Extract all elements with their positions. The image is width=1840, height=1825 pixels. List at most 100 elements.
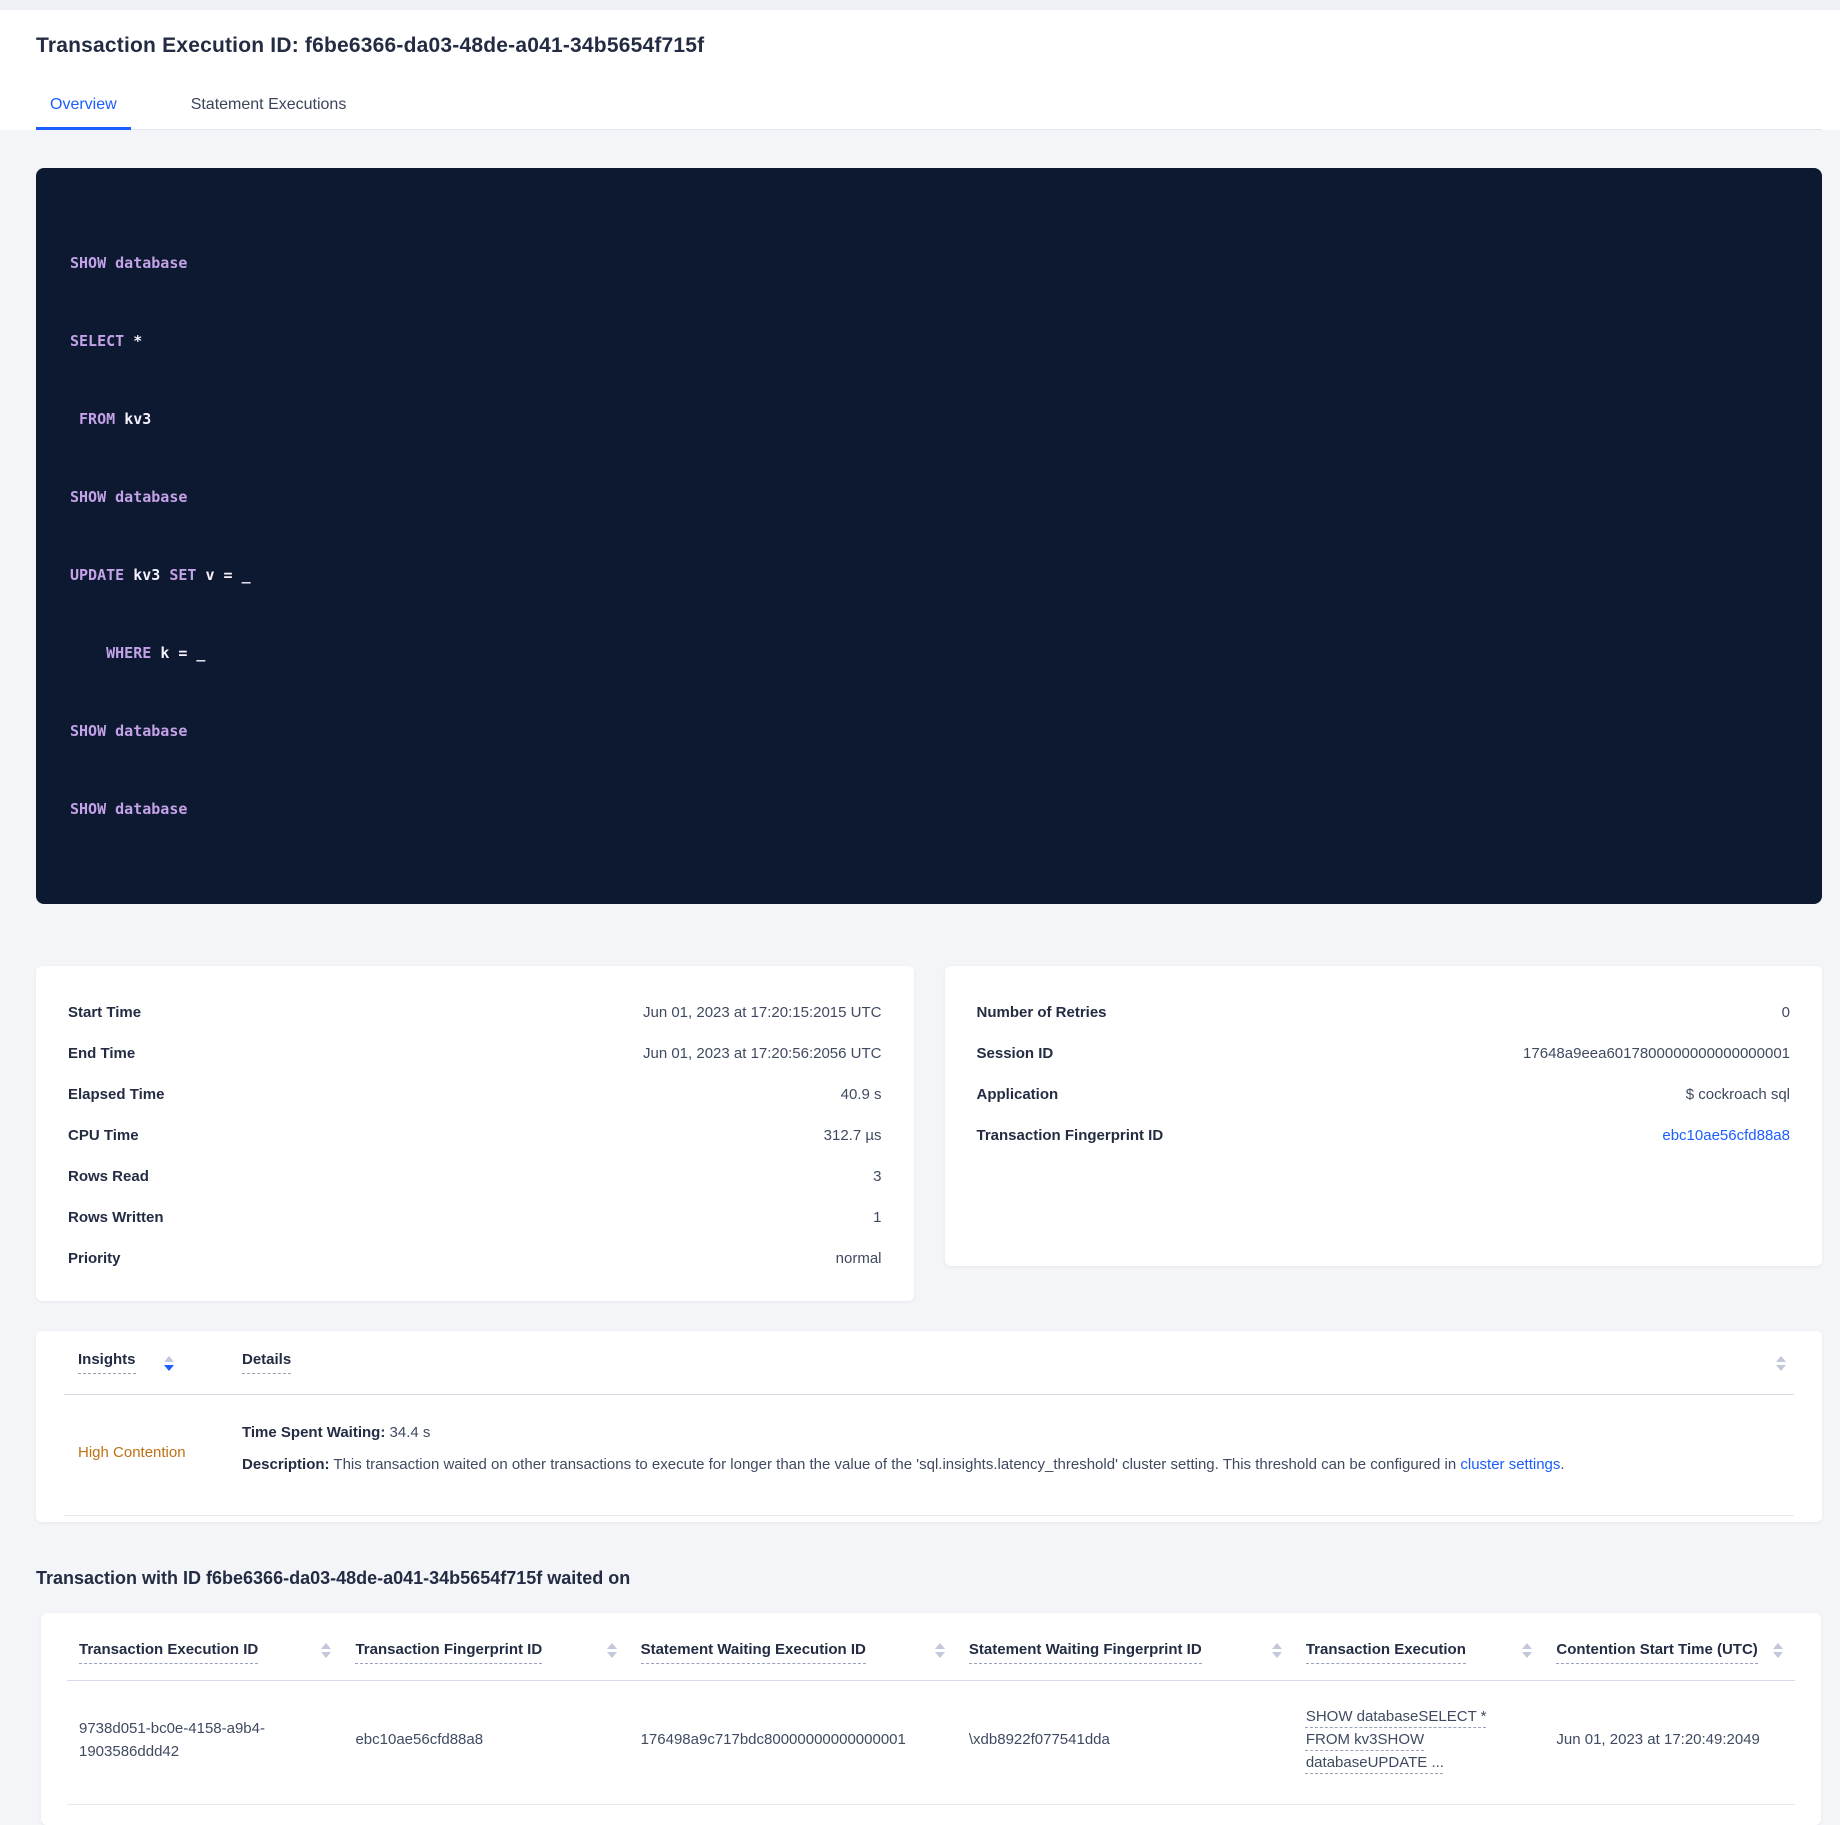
details-column-label[interactable]: Details [242, 1351, 292, 1374]
row-value: Jun 01, 2023 at 17:20:15:2015 UTC [642, 1004, 882, 1021]
column-header-txn-fingerprint-id[interactable]: Transaction Fingerprint ID [343, 1613, 629, 1681]
sql-keyword: WHERE [70, 644, 161, 662]
waited-on-table-card: Transaction Execution ID Transaction Fin… [41, 1613, 1821, 1825]
summary-row-rows-written: Rows Written 1 [68, 1197, 882, 1238]
row-value: 0 [1781, 1004, 1790, 1021]
page-header: Transaction Execution ID: f6be6366-da03-… [0, 10, 1840, 130]
row-label: Application [976, 1086, 1059, 1103]
high-contention-badge: High Contention [78, 1443, 186, 1461]
sort-icon[interactable] [934, 1643, 945, 1658]
sql-line: UPDATE kv3 SET v = _ [70, 562, 1788, 588]
sort-icon[interactable] [321, 1643, 332, 1658]
row-value: 17648a9eea6017800000000000000001 [1523, 1045, 1790, 1062]
sql-keyword: SHOW database [70, 722, 188, 740]
insights-table-header: Insights Details [64, 1331, 1794, 1395]
sort-icon[interactable] [163, 1356, 174, 1371]
row-label: Elapsed Time [68, 1086, 165, 1103]
row-label: Rows Read [68, 1168, 149, 1185]
sql-line: FROM kv3 [70, 406, 1788, 432]
sql-line: SHOW database [70, 484, 1788, 510]
summary-row-txn-fingerprint: Transaction Fingerprint ID ebc10ae56cfd8… [977, 1115, 1791, 1156]
row-value: $ cockroach sql [1685, 1086, 1790, 1103]
execution-stats-card: Start Time Jun 01, 2023 at 17:20:15:2015… [36, 966, 914, 1301]
row-label: CPU Time [68, 1127, 139, 1144]
transaction-fingerprint-link[interactable]: ebc10ae56cfd88a8 [1662, 1127, 1790, 1144]
summary-row-elapsed-time: Elapsed Time 40.9 s [68, 1074, 882, 1115]
column-label: Statement Waiting Execution ID [640, 1641, 866, 1664]
cell-txn-fingerprint-id: ebc10ae56cfd88a8 [343, 1680, 629, 1805]
row-value: 1 [873, 1209, 882, 1226]
row-label: Transaction Fingerprint ID [976, 1127, 1164, 1144]
transaction-execution-link[interactable]: SHOW databaseSELECT * FROM kv3SHOW datab… [1306, 1708, 1487, 1771]
column-header-stmt-waiting-fingerprint-id[interactable]: Statement Waiting Fingerprint ID [956, 1613, 1294, 1681]
sort-icon[interactable] [606, 1643, 617, 1658]
insight-row: High Contention Time Spent Waiting: 34.4… [64, 1395, 1794, 1516]
sql-keyword: FROM [70, 410, 125, 428]
sql-line: SHOW database [70, 796, 1788, 822]
sql-identifier: kv3 [124, 410, 152, 428]
row-label: Priority [68, 1250, 121, 1267]
summary-row-priority: Priority normal [68, 1238, 882, 1279]
sort-icon[interactable] [1776, 1356, 1794, 1371]
waited-on-header-row: Transaction Execution ID Transaction Fin… [67, 1613, 1795, 1681]
insight-details-cell: Time Spent Waiting: 34.4 s Description: … [242, 1419, 1794, 1485]
row-label: Rows Written [68, 1209, 164, 1226]
description-suffix: . [1560, 1456, 1565, 1473]
waited-on-data-row: 9738d051-bc0e-4158-a9b4-1903586ddd42 ebc… [67, 1680, 1795, 1805]
summary-row-retries: Number of Retries 0 [977, 992, 1791, 1033]
insights-column-label: Insights [78, 1351, 136, 1374]
tab-bar: Overview Statement Executions [36, 86, 1822, 130]
column-header-txn-execution[interactable]: Transaction Execution [1293, 1613, 1545, 1681]
window-chrome-edge [0, 0, 1840, 10]
summary-row-rows-read: Rows Read 3 [68, 1156, 882, 1197]
row-label: Start Time [68, 1004, 142, 1021]
sort-icon[interactable] [1522, 1643, 1533, 1658]
sql-keyword: SHOW database [70, 800, 188, 818]
tab-statement-executions[interactable]: Statement Executions [177, 86, 361, 130]
column-label: Transaction Execution [1305, 1641, 1466, 1664]
waited-on-table: Transaction Execution ID Transaction Fin… [67, 1613, 1795, 1805]
sql-keyword: SHOW database [70, 488, 188, 506]
sql-keyword: SELECT [70, 332, 134, 350]
sql-identifier: kv3 [133, 566, 170, 584]
row-value: 3 [873, 1168, 882, 1185]
sort-icon[interactable] [1773, 1643, 1783, 1658]
summary-row-cpu-time: CPU Time 312.7 µs [68, 1115, 882, 1156]
column-header-txn-execution-id[interactable]: Transaction Execution ID [67, 1613, 344, 1681]
sql-keyword: UPDATE [70, 566, 134, 584]
description-text: This transaction waited on other transac… [329, 1456, 1461, 1473]
insight-type-cell: High Contention [64, 1419, 242, 1485]
cell-stmt-waiting-fingerprint-id: \xdb8922f077541dda [956, 1680, 1294, 1805]
description-line: Description: This transaction waited on … [242, 1453, 1794, 1477]
sql-line: WHERE k = _ [70, 640, 1788, 666]
sort-icon[interactable] [1271, 1643, 1282, 1658]
row-value: 40.9 s [840, 1086, 882, 1103]
sql-identifier: k = _ [160, 644, 206, 662]
cell-txn-execution-id: 9738d051-bc0e-4158-a9b4-1903586ddd42 [67, 1680, 344, 1805]
page-title: Transaction Execution ID: f6be6366-da03-… [36, 34, 705, 57]
sql-identifier: v = _ [205, 566, 251, 584]
sql-line: SHOW database [70, 718, 1788, 744]
sql-identifier: * [133, 332, 143, 350]
column-label: Contention Start Time (UTC) [1556, 1641, 1758, 1664]
row-label: Number of Retries [976, 1004, 1107, 1021]
summary-row-end-time: End Time Jun 01, 2023 at 17:20:56:2056 U… [68, 1033, 882, 1074]
sql-line: SELECT * [70, 328, 1788, 354]
column-header-stmt-waiting-execution-id[interactable]: Statement Waiting Execution ID [628, 1613, 957, 1681]
row-value: normal [835, 1250, 882, 1267]
row-value: Jun 01, 2023 at 17:20:56:2056 UTC [642, 1045, 882, 1062]
tab-overview[interactable]: Overview [36, 86, 131, 130]
cell-contention-start-time: Jun 01, 2023 at 17:20:49:2049 [1544, 1680, 1795, 1805]
sql-line: SHOW database [70, 250, 1788, 276]
summary-row-session-id: Session ID 17648a9eea6017800000000000000… [977, 1033, 1791, 1074]
cluster-settings-link[interactable]: cluster settings [1460, 1456, 1560, 1473]
summary-row-application: Application $ cockroach sql [977, 1074, 1791, 1115]
time-spent-waiting-line: Time Spent Waiting: 34.4 s [242, 1421, 1794, 1445]
row-value: 312.7 µs [823, 1127, 882, 1144]
waiting-label: Time Spent Waiting: [242, 1424, 386, 1441]
session-stats-card: Number of Retries 0 Session ID 17648a9ee… [944, 966, 1822, 1266]
insights-column-header[interactable]: Insights [64, 1351, 242, 1374]
column-header-contention-start-time[interactable]: Contention Start Time (UTC) [1544, 1613, 1795, 1681]
summary-row-start-time: Start Time Jun 01, 2023 at 17:20:15:2015… [68, 992, 882, 1033]
cell-txn-execution: SHOW databaseSELECT * FROM kv3SHOW datab… [1293, 1680, 1545, 1805]
